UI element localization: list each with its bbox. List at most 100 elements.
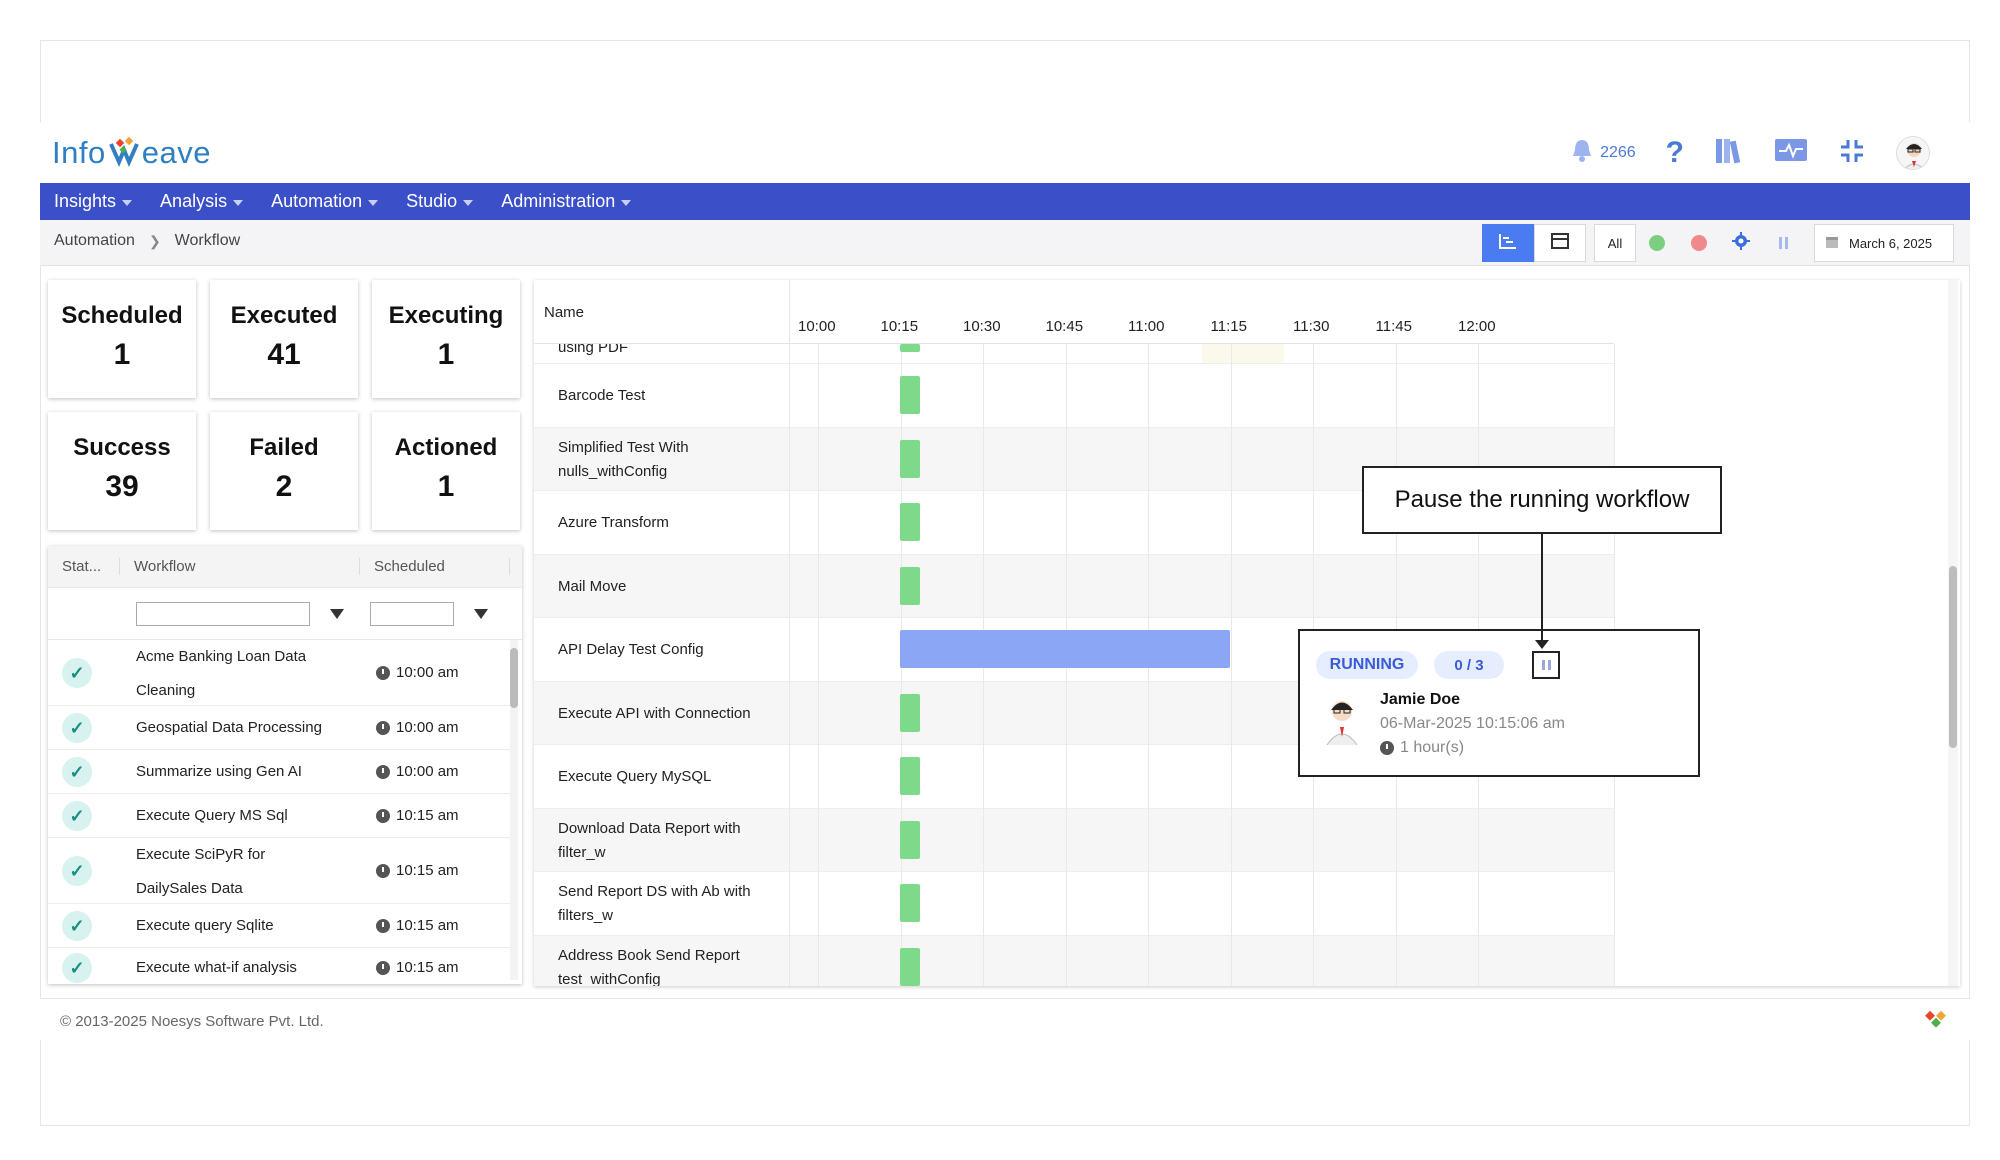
stat-card-failed[interactable]: Failed 2 — [210, 412, 358, 530]
running-status-badge: RUNNING — [1316, 651, 1418, 679]
workflow-name[interactable]: Execute Query MS Sql — [136, 799, 326, 833]
time-tick-label: 10:15 — [880, 318, 919, 335]
workflow-name[interactable]: Acme Banking Loan Data Cleaning — [136, 640, 326, 708]
gantt-row[interactable]: Download Data Report with filter_w — [534, 808, 1614, 872]
gantt-name-header: Name — [544, 304, 585, 321]
scheduled-filter-input[interactable] — [370, 601, 454, 626]
table-row[interactable]: ✓ Execute query Sqlite 10:15 am — [48, 904, 510, 948]
col-workflow[interactable]: Workflow — [120, 558, 360, 575]
filter-paused-button[interactable] — [1762, 224, 1804, 262]
stat-title: Scheduled — [61, 302, 183, 329]
gantt-bar-success[interactable] — [900, 757, 920, 795]
nav-analysis[interactable]: Analysis — [160, 191, 244, 212]
gantt-bar-success[interactable] — [900, 439, 920, 478]
table-row[interactable]: ✓ Summarize using Gen AI 10:00 am — [48, 750, 510, 794]
nav-administration[interactable]: Administration — [501, 191, 632, 212]
user-avatar[interactable] — [1896, 136, 1930, 170]
nav-insights[interactable]: Insights — [54, 191, 133, 212]
gantt-chart-icon — [1499, 233, 1517, 254]
table-row[interactable]: ✓ Execute what-if analysis sales 10:15 am — [48, 948, 510, 984]
gantt-bar-success[interactable] — [900, 884, 920, 922]
time-tick-label: 12:00 — [1458, 318, 1496, 335]
stat-card-executed[interactable]: Executed 41 — [210, 280, 358, 398]
workflow-filter-input[interactable] — [136, 601, 310, 626]
pause-icon — [1547, 660, 1551, 670]
gantt-row-label: API Delay Test Config — [558, 641, 704, 658]
gantt-row[interactable]: Barcode Test — [534, 364, 1614, 428]
date-picker[interactable]: March 6, 2025 — [1814, 224, 1954, 262]
nav-label: Administration — [501, 191, 616, 211]
scheduled-time-value: 10:15 am — [396, 959, 459, 976]
library-icon[interactable] — [1714, 137, 1744, 170]
clock-icon — [376, 720, 390, 735]
table-view-button[interactable] — [1534, 224, 1586, 262]
success-check-icon: ✓ — [62, 911, 92, 941]
workflow-name[interactable]: Summarize using Gen AI — [136, 755, 326, 789]
logo-prefix: Info — [52, 135, 106, 170]
notifications-button[interactable]: 2266 — [1570, 138, 1636, 169]
stat-value: 1 — [113, 338, 131, 371]
stat-card-scheduled[interactable]: Scheduled 1 — [48, 280, 196, 398]
scheduled-time: 10:00 am — [376, 664, 459, 681]
gantt-bar-success[interactable] — [900, 344, 920, 352]
gantt-bar-success[interactable] — [900, 820, 920, 859]
gantt-bar-success[interactable] — [900, 947, 920, 986]
col-scheduled[interactable]: Scheduled — [360, 558, 510, 575]
workflow-name[interactable]: Execute query Sqlite — [136, 909, 326, 943]
success-check-icon — [1649, 235, 1665, 251]
workflow-table: Stat... Workflow Scheduled ✓ Acme Banking… — [48, 546, 522, 984]
gantt-bar-success[interactable] — [900, 376, 920, 414]
arrow-down-icon — [1535, 640, 1549, 649]
gantt-row-label: Mail Move — [558, 577, 627, 595]
workflow-name[interactable]: Execute SciPyR for DailySales Data — [136, 838, 326, 906]
gantt-bar-success[interactable] — [900, 693, 920, 732]
footer: © 2013-2025 Noesys Software Pvt. Ltd. — [40, 998, 1970, 1040]
scheduled-time: 10:15 am — [376, 917, 459, 934]
nav-automation[interactable]: Automation — [271, 191, 379, 212]
gantt-bar-running[interactable] — [900, 630, 1230, 668]
gantt-row-label: Download Data Report with filter_w — [558, 819, 741, 861]
caret-down-icon — [122, 200, 133, 206]
gantt-row[interactable]: Send Report DS with Ab with filters_w — [534, 872, 1614, 936]
breadcrumb-automation[interactable]: Automation — [54, 232, 135, 250]
filter-icon[interactable] — [474, 608, 488, 619]
stat-card-success[interactable]: Success 39 — [48, 412, 196, 530]
scheduled-time: 10:15 am — [376, 959, 459, 976]
pause-icon — [1541, 660, 1545, 670]
caret-down-icon — [368, 200, 379, 206]
collapse-icon[interactable] — [1838, 137, 1866, 170]
app-logo[interactable]: Info eave — [52, 130, 211, 176]
stat-card-executing[interactable]: Executing 1 — [372, 280, 520, 398]
gantt-row[interactable]: using PDF — [534, 344, 1614, 364]
breadcrumb-workflow: Workflow — [174, 232, 241, 249]
filter-failed-button[interactable] — [1678, 224, 1720, 262]
table-row[interactable]: ✓ Execute Query MS Sql 10:15 am — [48, 794, 510, 838]
table-row[interactable]: ✓ Geospatial Data Processing 10:00 am — [48, 706, 510, 750]
filter-settings-button[interactable] — [1720, 224, 1762, 262]
help-icon[interactable]: ? — [1666, 136, 1684, 170]
stat-card-actioned[interactable]: Actioned 1 — [372, 412, 520, 530]
table-row[interactable]: ✓ Acme Banking Loan Data Cleaning 10:00 am — [48, 640, 510, 706]
gantt-view-button[interactable] — [1482, 224, 1534, 262]
gear-icon — [1732, 231, 1750, 255]
table-scrollbar[interactable] — [510, 640, 518, 980]
nav-studio[interactable]: Studio — [406, 191, 474, 212]
filter-all-button[interactable]: All — [1594, 224, 1636, 262]
stat-title: Success — [73, 434, 171, 461]
notifications-count: 2266 — [1600, 144, 1636, 161]
filter-icon[interactable] — [330, 608, 344, 619]
workflow-name[interactable]: Execute what-if analysis sales — [136, 951, 326, 984]
pause-workflow-button[interactable] — [1532, 651, 1560, 679]
filter-success-button[interactable] — [1636, 224, 1678, 262]
gantt-row[interactable]: Mail Move — [534, 554, 1614, 618]
scheduled-time: 10:15 am — [376, 862, 459, 879]
workflow-name[interactable]: Geospatial Data Processing — [136, 711, 326, 745]
col-status[interactable]: Stat... — [48, 558, 120, 575]
gantt-bar-success[interactable] — [900, 566, 920, 605]
gantt-row[interactable]: Address Book Send Report test_withConfig — [534, 935, 1614, 986]
table-row[interactable]: ✓ Execute SciPyR for DailySales Data 10:15… — [48, 838, 510, 904]
gantt-bar-success[interactable] — [900, 503, 920, 541]
monitor-icon[interactable] — [1774, 137, 1808, 170]
gantt-scrollbar[interactable] — [1948, 280, 1958, 986]
grid-line — [818, 344, 819, 986]
